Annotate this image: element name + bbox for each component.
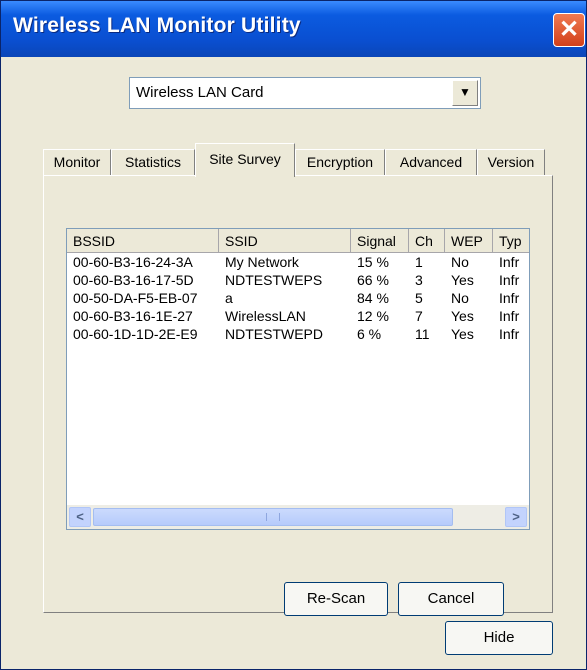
- cell-signal: 15 %: [357, 254, 389, 270]
- cell-wep: Yes: [451, 326, 474, 342]
- cell-channel: 7: [415, 308, 423, 324]
- column-channel[interactable]: Ch: [409, 229, 445, 253]
- table-row[interactable]: 00-50-DA-F5-EB-07 a 84 % 5 No Infr: [67, 289, 529, 307]
- column-signal[interactable]: Signal: [351, 229, 409, 253]
- tab-encryption[interactable]: Encryption: [295, 149, 385, 175]
- arrow-right-icon: >: [512, 509, 520, 524]
- cell-bssid: 00-50-DA-F5-EB-07: [73, 290, 198, 306]
- cell-ssid: NDTESTWEPS: [225, 272, 323, 288]
- site-survey-list[interactable]: BSSID SSID Signal Ch WEP Typ 00-60-B3-16…: [66, 228, 530, 530]
- cell-wep: No: [451, 290, 469, 306]
- cell-signal: 12 %: [357, 308, 389, 324]
- cell-type: Infr: [499, 308, 520, 324]
- table-row[interactable]: 00-60-1D-1D-2E-E9 NDTESTWEPD 6 % 11 Yes …: [67, 325, 529, 343]
- title-bar[interactable]: Wireless LAN Monitor Utility ✕: [1, 1, 586, 57]
- table-row[interactable]: 00-60-B3-16-1E-27 WirelessLAN 12 % 7 Yes…: [67, 307, 529, 325]
- tab-monitor[interactable]: Monitor: [43, 149, 111, 175]
- cell-bssid: 00-60-B3-16-1E-27: [73, 308, 193, 324]
- cell-signal: 6 %: [357, 326, 382, 342]
- cell-wep: No: [451, 254, 469, 270]
- hide-button[interactable]: Hide: [445, 621, 553, 655]
- cell-channel: 1: [415, 254, 423, 270]
- cell-ssid: WirelessLAN: [225, 308, 306, 324]
- rescan-button[interactable]: Re-Scan: [284, 582, 388, 616]
- adapter-select-value: Wireless LAN Card: [136, 84, 264, 101]
- arrow-left-icon: <: [76, 509, 84, 524]
- cell-bssid: 00-60-B3-16-24-3A: [73, 254, 193, 270]
- cell-type: Infr: [499, 326, 520, 342]
- close-button[interactable]: ✕: [553, 13, 585, 47]
- scroll-left-button[interactable]: <: [69, 507, 91, 527]
- cell-wep: Yes: [451, 272, 474, 288]
- main-window: Wireless LAN Monitor Utility ✕ Wireless …: [0, 0, 587, 670]
- window-title: Wireless LAN Monitor Utility: [13, 14, 301, 37]
- cell-channel: 5: [415, 290, 423, 306]
- scrollbar-thumb[interactable]: [93, 508, 453, 526]
- list-rows: 00-60-B3-16-24-3A My Network 15 % 1 No I…: [67, 253, 529, 343]
- tab-site-survey[interactable]: Site Survey: [195, 143, 295, 177]
- adapter-dropdown-button[interactable]: ▼: [452, 80, 478, 106]
- cell-wep: Yes: [451, 308, 474, 324]
- cell-bssid: 00-60-B3-16-17-5D: [73, 272, 194, 288]
- adapter-select[interactable]: Wireless LAN Card ▼: [129, 77, 481, 109]
- cell-type: Infr: [499, 272, 520, 288]
- cell-type: Infr: [499, 290, 520, 306]
- horizontal-scrollbar[interactable]: < >: [67, 505, 529, 529]
- table-row[interactable]: 00-60-B3-16-24-3A My Network 15 % 1 No I…: [67, 253, 529, 271]
- close-icon: ✕: [558, 16, 580, 43]
- cell-ssid: a: [225, 290, 233, 306]
- column-ssid[interactable]: SSID: [219, 229, 351, 253]
- chevron-down-icon: ▼: [459, 85, 471, 99]
- column-wep[interactable]: WEP: [445, 229, 493, 253]
- client-area: Wireless LAN Card ▼ Monitor Statistics S…: [1, 57, 586, 669]
- column-type[interactable]: Typ: [493, 229, 529, 253]
- cell-signal: 66 %: [357, 272, 389, 288]
- tab-statistics[interactable]: Statistics: [111, 149, 195, 175]
- tab-version[interactable]: Version: [477, 149, 545, 175]
- grip-icon: [266, 513, 280, 521]
- site-survey-panel: BSSID SSID Signal Ch WEP Typ 00-60-B3-16…: [43, 175, 553, 616]
- list-header: BSSID SSID Signal Ch WEP Typ: [67, 229, 529, 253]
- cell-channel: 11: [415, 326, 430, 342]
- table-row[interactable]: 00-60-B3-16-17-5D NDTESTWEPS 66 % 3 Yes …: [67, 271, 529, 289]
- scroll-right-button[interactable]: >: [505, 507, 527, 527]
- cell-type: Infr: [499, 254, 520, 270]
- cell-ssid: NDTESTWEPD: [225, 326, 323, 342]
- cell-ssid: My Network: [225, 254, 299, 270]
- cancel-button[interactable]: Cancel: [398, 582, 504, 616]
- cell-signal: 84 %: [357, 290, 389, 306]
- cell-channel: 3: [415, 272, 423, 288]
- column-bssid[interactable]: BSSID: [67, 229, 219, 253]
- tab-advanced[interactable]: Advanced: [385, 149, 477, 175]
- cell-bssid: 00-60-1D-1D-2E-E9: [73, 326, 198, 342]
